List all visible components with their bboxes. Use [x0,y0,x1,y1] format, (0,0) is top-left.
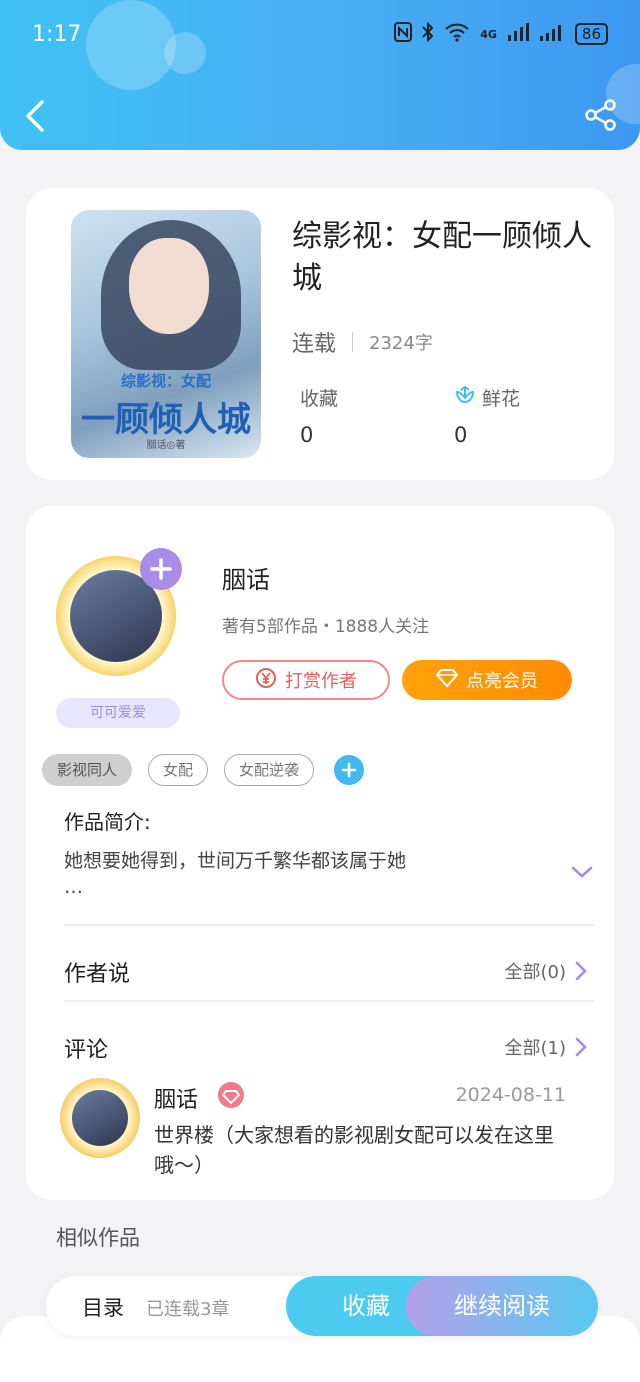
chevron-right-icon [575,1037,587,1057]
yen-coin-icon [255,667,277,694]
avatar-image [72,1090,128,1146]
tag-item[interactable]: 女配逆袭 [224,754,315,786]
author-info: 著有5部作品・1888人关注 [222,617,430,637]
top-header: 1:17 4G 86 [0,0,640,150]
comments-count: 全部(1) [504,1038,567,1059]
decorative-bubble [86,0,176,90]
chevron-down-icon [571,866,593,878]
divider [64,924,594,926]
comment-text[interactable]: 世界楼（大家想看的影视剧女配可以发在这里哦～） [154,1120,564,1180]
intro-ellipsis: … [64,876,83,898]
add-tag-button[interactable] [334,755,365,785]
author-name[interactable]: 胭话 [222,560,270,595]
divider [352,332,354,352]
book-status: 连载 [292,332,337,357]
tag-item[interactable]: 女配 [148,754,209,786]
chevron-left-icon [26,100,44,132]
decorative-bubble [164,32,206,74]
book-info-card: 综影视：女配 一顾倾人城 胭话◎著 综影视：女配一顾倾人城 连载 2324字 收… [26,188,614,480]
comment-author-name[interactable]: 胭话 [154,1082,198,1114]
similar-works-title: 相似作品 [56,1226,140,1250]
tip-author-button[interactable]: 打赏作者 [222,660,390,700]
cover-figure-face [129,238,209,334]
vip-button[interactable]: 点亮会员 [402,660,572,700]
cover-title-small: 综影视：女配 [120,372,211,390]
tag-list: 影视同人 女配 女配逆袭 [42,754,365,786]
favorites-count: 0 [300,423,314,447]
cover-title-big: 一顾倾人城 [81,400,251,440]
favorites-stat: 收藏 0 [300,384,338,447]
tag-item[interactable]: 影视同人 [42,754,133,786]
nfc-icon [394,22,413,46]
back-button[interactable] [20,96,52,136]
follow-author-button[interactable] [140,548,182,590]
book-meta: 连载 2324字 [292,326,433,358]
toc-button[interactable]: 目录 [82,1292,124,1322]
author-says-title: 作者说 [64,962,131,987]
book-title: 综影视：女配一顾倾人城 [292,219,592,296]
intro-title: 作品简介: [64,810,151,834]
author-badge: 可可爱爱 [56,698,180,728]
expand-intro-button[interactable] [570,862,594,882]
flower-icon [454,384,476,411]
cover-author-mark: 胭话◎著 [146,440,186,451]
signal-icon [507,23,529,45]
chapter-progress: 已连载3章 [146,1299,230,1320]
network-type: 4G [480,27,497,41]
author-detail-card: 可可爱爱 胭话 著有5部作品・1888人关注 打赏作者 点亮会员 影视同人 女配… [26,506,614,1200]
share-button[interactable] [584,98,618,132]
share-icon [585,99,616,131]
comments-all-link[interactable]: 全部(1) [505,1034,589,1060]
flowers-stat[interactable]: 鲜花 0 [454,384,520,447]
vip-label: 点亮会员 [466,671,538,692]
author-badge-icon [218,1082,244,1108]
plus-icon [341,762,357,778]
book-cover[interactable]: 综影视：女配 一顾倾人城 胭话◎著 [71,210,261,458]
author-says-all-link[interactable]: 全部(0) [505,958,589,984]
favorites-label: 收藏 [300,388,339,410]
comments-title: 评论 [64,1038,109,1063]
plus-icon [150,558,172,580]
flowers-count: 0 [454,423,468,447]
word-count: 2324字 [369,333,433,354]
battery-indicator: 86 [574,23,608,45]
status-icons: 4G 86 [394,21,608,46]
divider [64,1000,594,1002]
diamond-icon [435,668,459,693]
comment-date: 2024-08-11 [455,1084,566,1106]
signal-icon [539,23,565,45]
author-says-count: 全部(0) [504,962,567,983]
chevron-right-icon [575,961,587,981]
intro-text[interactable]: 她想要她得到，世间万千繁华都该属于她 … [64,848,504,900]
wifi-icon [444,22,470,46]
bottom-action-bar: 目录 已连载3章 收藏 继续阅读 [46,1276,598,1336]
comment-avatar[interactable] [60,1078,140,1158]
status-time: 1:17 [32,22,82,47]
bluetooth-icon [422,21,434,46]
intro-text-line: 她想要她得到，世间万千繁华都该属于她 [64,850,407,872]
flowers-label: 鲜花 [482,388,521,410]
continue-reading-button[interactable]: 继续阅读 [406,1276,598,1336]
tip-author-label: 打赏作者 [285,671,357,692]
